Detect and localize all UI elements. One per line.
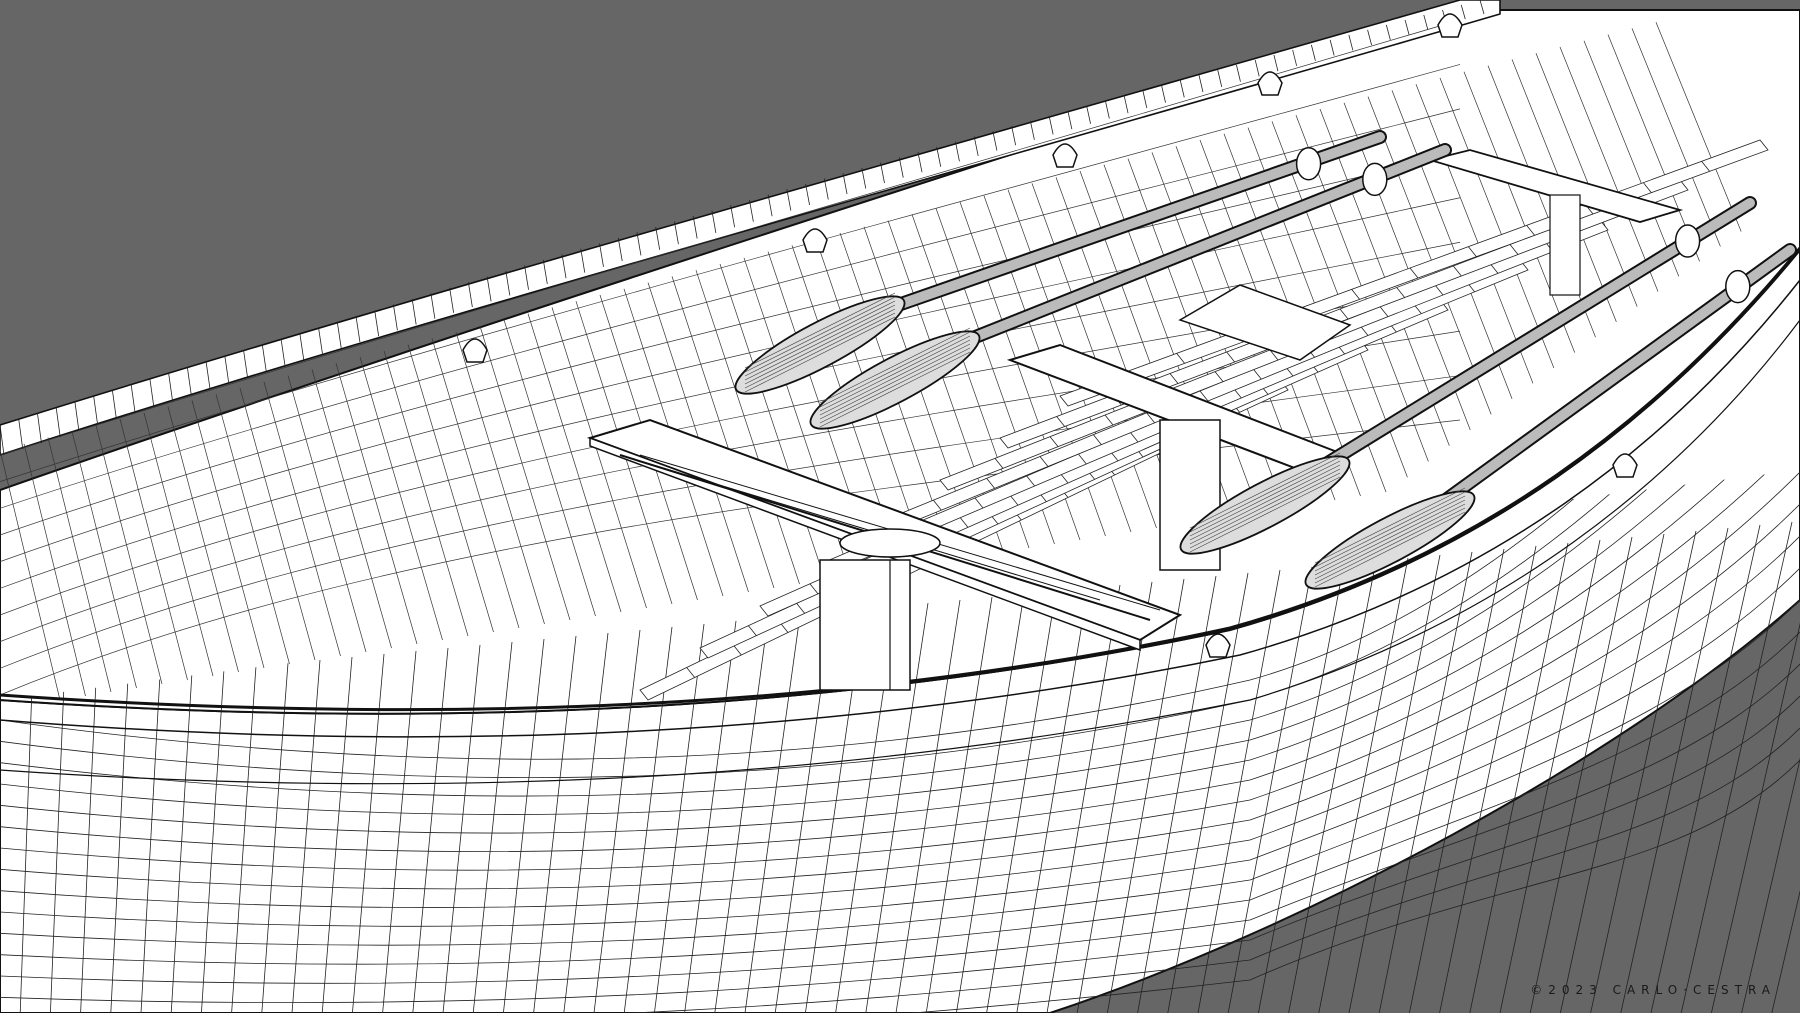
boat-svg [0, 0, 1800, 1013]
copyright-watermark: ©2023 CARLO·CESTRA [1530, 983, 1776, 997]
boat-wireframe-render [0, 0, 1800, 1013]
